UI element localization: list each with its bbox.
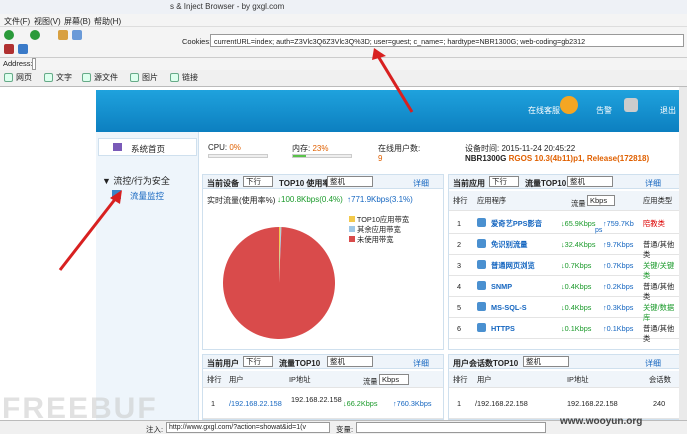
arrow-line-traffic (58, 197, 118, 271)
annotation-arrows (58, 48, 414, 271)
variable-label: 变量: (336, 425, 354, 434)
watermark-url: www.wooyun.org (560, 416, 643, 427)
watermark: FREEBUF (2, 392, 158, 425)
variable-input[interactable] (356, 422, 546, 433)
inject-url-input[interactable]: http://www.gxgl.com/?action=showat&id=1(… (166, 422, 330, 433)
arrow-line-cookies (376, 55, 414, 113)
